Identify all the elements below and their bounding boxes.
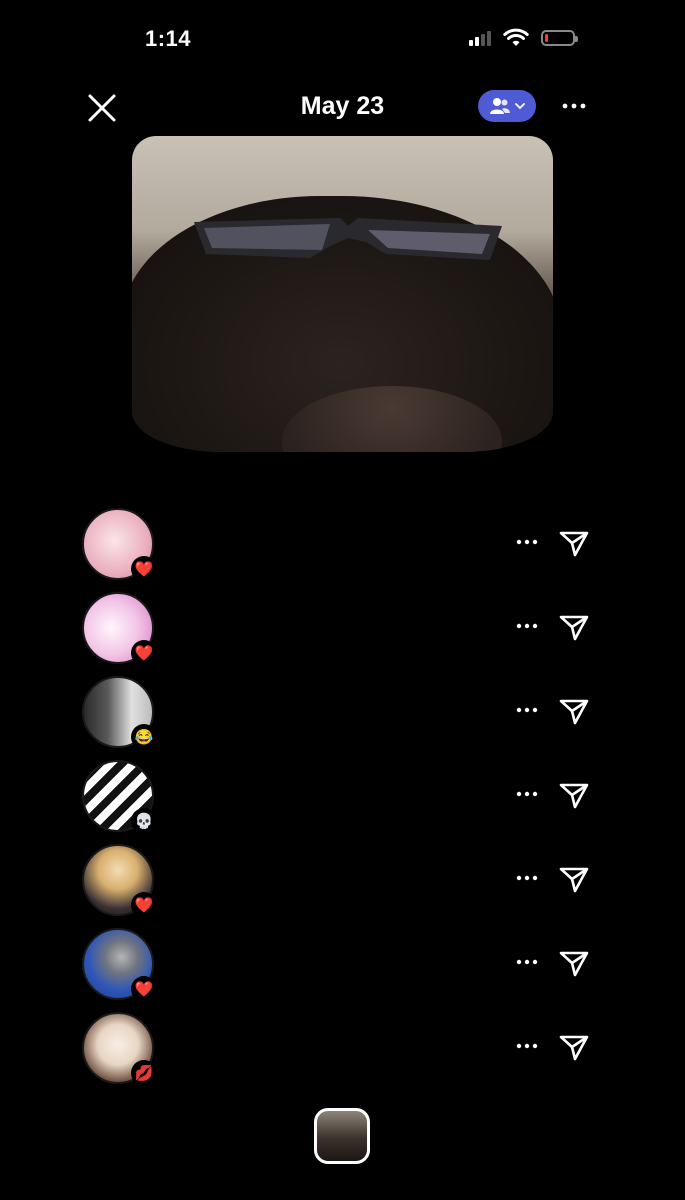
send-message-button[interactable] (558, 779, 590, 811)
top-bar: May 23 (0, 82, 685, 132)
paper-plane-icon (559, 531, 589, 557)
viewer-more-button[interactable] (513, 784, 541, 804)
paper-plane-icon (559, 783, 589, 809)
battery-icon (541, 30, 578, 46)
send-message-button[interactable] (558, 695, 590, 727)
paper-plane-icon (559, 615, 589, 641)
reaction-heart-icon: ❤️ (131, 640, 157, 666)
reaction-kiss-icon: 💋 (131, 1060, 157, 1086)
viewer-row: 💋 (0, 1009, 685, 1093)
reaction-heart-icon: ❤️ (131, 976, 157, 1002)
more-icon (516, 791, 538, 797)
viewer-more-button[interactable] (513, 952, 541, 972)
photo-glasses-shape (194, 218, 502, 260)
send-message-button[interactable] (558, 863, 590, 895)
send-message-button[interactable] (558, 527, 590, 559)
viewer-more-button[interactable] (513, 868, 541, 888)
chevron-down-icon (515, 103, 525, 110)
more-icon (516, 1043, 538, 1049)
reaction-heart-icon: ❤️ (131, 556, 157, 582)
more-icon (562, 103, 586, 109)
battery-level (545, 34, 548, 42)
paper-plane-icon (559, 951, 589, 977)
more-icon (516, 959, 538, 965)
more-icon (516, 875, 538, 881)
send-message-button[interactable] (558, 611, 590, 643)
viewer-row: ❤️ (0, 589, 685, 673)
viewer-row: ❤️ (0, 505, 685, 589)
more-options-button[interactable] (560, 94, 588, 118)
paper-plane-icon (559, 867, 589, 893)
audience-selector-button[interactable] (478, 90, 536, 122)
story-thumbnail[interactable] (314, 1108, 370, 1164)
paper-plane-icon (559, 1035, 589, 1061)
reaction-heart-icon: ❤️ (131, 892, 157, 918)
status-bar: 1:14 (0, 22, 685, 58)
story-preview-image[interactable] (132, 136, 553, 452)
more-icon (516, 707, 538, 713)
send-message-button[interactable] (558, 947, 590, 979)
status-icons (469, 28, 578, 48)
viewer-row: 😂 (0, 673, 685, 757)
viewer-more-button[interactable] (513, 700, 541, 720)
clock: 1:14 (145, 26, 192, 51)
viewer-more-button[interactable] (513, 616, 541, 636)
reaction-skull-icon: 💀 (131, 808, 157, 834)
people-icon (490, 98, 510, 114)
viewer-more-button[interactable] (513, 532, 541, 552)
wifi-icon (503, 28, 529, 46)
viewer-more-button[interactable] (513, 1036, 541, 1056)
cellular-signal-icon (469, 30, 491, 46)
story-viewers-screen: 1:14 May 23 ❤️ ❤️ 😂 💀 ❤️ ❤️ 💋 (0, 0, 685, 1200)
viewer-row: ❤️ (0, 841, 685, 925)
send-message-button[interactable] (558, 1031, 590, 1063)
viewer-row: ❤️ (0, 925, 685, 1009)
more-icon (516, 623, 538, 629)
more-icon (516, 539, 538, 545)
paper-plane-icon (559, 699, 589, 725)
viewer-row: 💀 (0, 757, 685, 841)
reaction-laughing-icon: 😂 (131, 724, 157, 750)
